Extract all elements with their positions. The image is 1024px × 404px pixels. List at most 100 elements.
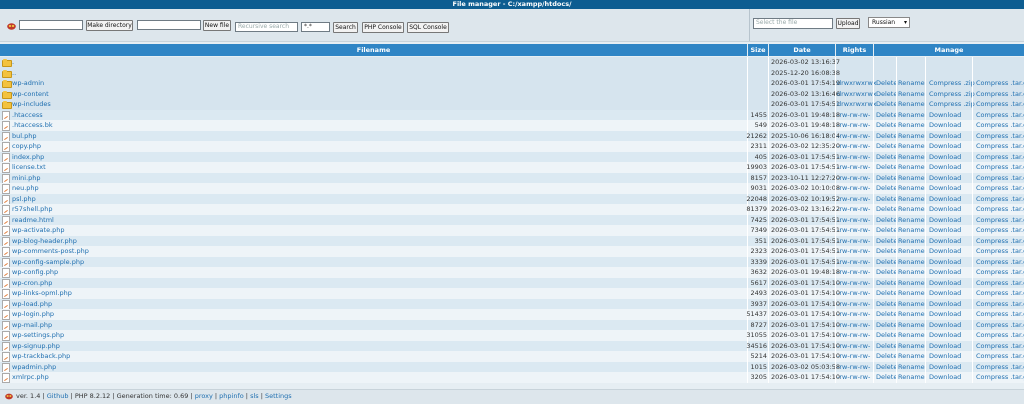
language-select[interactable]: Russian ▾ [868, 17, 910, 28]
file-link[interactable]: wp-trackback.php [12, 351, 70, 362]
compress-targz-link[interactable]: Compress .tar.gz [976, 110, 1024, 121]
file-link[interactable]: mini.php [12, 173, 41, 184]
compress-targz-link[interactable]: Compress .tar.gz [976, 131, 1024, 142]
download-link[interactable]: Download [929, 110, 973, 121]
file-link[interactable]: wp-includes [12, 99, 51, 110]
rename-link[interactable] [898, 68, 924, 79]
delete-link[interactable]: Delete [876, 246, 898, 257]
download-link[interactable]: Download [929, 162, 973, 173]
compress-targz-link[interactable]: Compress .tar.gz [976, 309, 1024, 320]
delete-link[interactable] [876, 57, 898, 68]
rights-link[interactable]: -rw-rw-rw- [837, 330, 873, 341]
select-file-input[interactable]: Select the file [753, 18, 833, 29]
rights-link[interactable]: -rw-rw-rw- [837, 372, 873, 383]
download-link[interactable]: Download [929, 141, 973, 152]
rights-link[interactable]: drwxrwxrwx [837, 99, 877, 110]
file-link[interactable]: wp-blog-header.php [12, 236, 77, 247]
download-link[interactable]: Download [929, 299, 973, 310]
file-link[interactable]: wp-cron.php [12, 278, 52, 289]
compress-targz-link[interactable]: Compress .tar.gz [976, 194, 1024, 205]
rename-link[interactable]: Rename [898, 267, 925, 278]
rights-link[interactable]: -rw-rw-rw- [837, 236, 873, 247]
rights-link[interactable] [837, 57, 873, 68]
rename-link[interactable]: Rename [898, 194, 925, 205]
sql-console-button[interactable]: SQL Console [407, 22, 449, 33]
rename-link[interactable]: Rename [898, 330, 925, 341]
download-link[interactable] [929, 57, 973, 68]
delete-link[interactable]: Delete [876, 341, 898, 352]
delete-link[interactable]: Delete [876, 162, 898, 173]
compress-targz-link[interactable]: Compress .tar.gz [976, 78, 1024, 89]
rename-link[interactable] [898, 57, 924, 68]
rename-link[interactable]: Rename [898, 257, 925, 268]
file-link[interactable]: wp-signup.php [12, 341, 60, 352]
download-link[interactable]: Download [929, 278, 973, 289]
download-link[interactable]: Download [929, 330, 973, 341]
download-link[interactable]: Download [929, 194, 973, 205]
file-link[interactable]: psl.php [12, 194, 36, 205]
rename-link[interactable]: Rename [898, 141, 925, 152]
rename-link[interactable]: Rename [898, 246, 925, 257]
compress-targz-link[interactable]: Compress .tar.gz [976, 204, 1024, 215]
rename-link[interactable]: Rename [898, 173, 925, 184]
compress-targz-link[interactable]: Compress .tar.gz [976, 351, 1024, 362]
file-link[interactable]: wp-comments-post.php [12, 246, 89, 257]
compress-targz-link[interactable]: Compress .tar.gz [976, 120, 1024, 131]
file-link[interactable]: wp-load.php [12, 299, 52, 310]
rename-link[interactable]: Rename [898, 162, 925, 173]
rights-link[interactable]: -rw-rw-rw- [837, 141, 873, 152]
compress-targz-link[interactable]: Compress .tar.gz [976, 246, 1024, 257]
file-link[interactable]: wp-config-sample.php [12, 257, 84, 268]
footer-phpinfo-link[interactable]: phpinfo [219, 392, 244, 400]
rights-link[interactable]: -rw-rw-rw- [837, 267, 873, 278]
file-link[interactable]: wp-activate.php [12, 225, 65, 236]
download-link[interactable]: Download [929, 246, 973, 257]
delete-link[interactable]: Delete [876, 267, 898, 278]
file-link[interactable]: bul.php [12, 131, 37, 142]
file-link[interactable]: xmlrpc.php [12, 372, 49, 383]
rename-link[interactable]: Rename [898, 183, 925, 194]
rights-link[interactable]: -rw-rw-rw- [837, 278, 873, 289]
rights-link[interactable]: drwxrwxrwx [837, 78, 877, 89]
file-link[interactable]: wp-content [12, 89, 49, 100]
download-link[interactable]: Download [929, 341, 973, 352]
recursive-search-input[interactable]: Recursive search [235, 22, 298, 32]
rename-link[interactable]: Rename [898, 120, 925, 131]
rename-link[interactable]: Rename [898, 204, 925, 215]
compress-targz-link[interactable]: Compress .tar.gz [976, 257, 1024, 268]
file-link[interactable]: .. [12, 68, 16, 79]
compress-targz-link[interactable]: Compress .tar.gz [976, 141, 1024, 152]
compress-targz-link[interactable]: Compress .tar.gz [976, 362, 1024, 373]
delete-link[interactable]: Delete [876, 204, 898, 215]
footer-github-link[interactable]: Github [47, 392, 69, 400]
rights-link[interactable]: -rw-rw-rw- [837, 194, 873, 205]
download-link[interactable]: Download [929, 236, 973, 247]
compress-targz-link[interactable]: Compress .tar.gz [976, 89, 1024, 100]
footer-sls-link[interactable]: sls [250, 392, 259, 400]
compress-targz-link[interactable]: Compress .tar.gz [976, 99, 1024, 110]
compress-targz-link[interactable]: Compress .tar.gz [976, 225, 1024, 236]
delete-link[interactable]: Delete [876, 110, 898, 121]
file-link[interactable]: wp-mail.php [12, 320, 52, 331]
file-link[interactable]: neu.php [12, 183, 39, 194]
file-link[interactable]: index.php [12, 152, 44, 163]
upload-button[interactable]: Upload [836, 18, 860, 29]
file-link[interactable]: . [12, 57, 14, 68]
download-link[interactable]: Download [929, 225, 973, 236]
download-link[interactable]: Download [929, 309, 973, 320]
rename-link[interactable]: Rename [898, 320, 925, 331]
rename-link[interactable]: Rename [898, 236, 925, 247]
delete-link[interactable]: Delete [876, 194, 898, 205]
delete-link[interactable]: Delete [876, 173, 898, 184]
footer-proxy-link[interactable]: proxy [195, 392, 213, 400]
compress-targz-link[interactable]: Compress .tar.gz [976, 372, 1024, 383]
delete-link[interactable]: Delete [876, 309, 898, 320]
delete-link[interactable]: Delete [876, 362, 898, 373]
compress-targz-link[interactable]: Compress .tar.gz [976, 162, 1024, 173]
delete-link[interactable]: Delete [876, 78, 898, 89]
compress-targz-link[interactable]: Compress .tar.gz [976, 173, 1024, 184]
file-link[interactable]: wp-links-opml.php [12, 288, 72, 299]
rights-link[interactable]: -rw-rw-rw- [837, 246, 873, 257]
rights-link[interactable]: -rw-rw-rw- [837, 362, 873, 373]
rename-link[interactable]: Rename [898, 99, 925, 110]
